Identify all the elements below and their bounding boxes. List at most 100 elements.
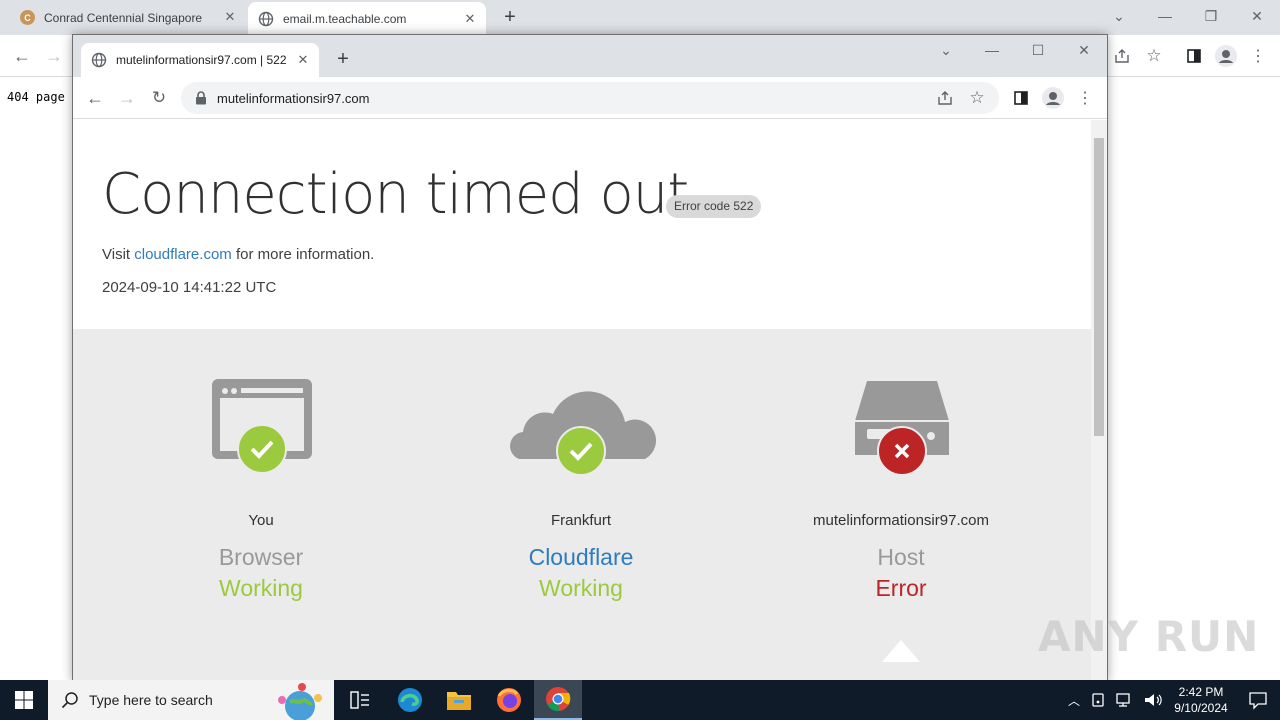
close-window-button[interactable]: ✕ xyxy=(1234,0,1280,32)
notification-icon[interactable] xyxy=(1236,690,1280,710)
minimize-button[interactable]: — xyxy=(969,35,1015,65)
forward-arrow-icon[interactable]: → xyxy=(113,84,141,112)
volume-icon[interactable] xyxy=(1143,692,1163,708)
file-explorer-button[interactable] xyxy=(435,680,483,720)
close-window-button[interactable]: ✕ xyxy=(1061,35,1107,65)
page-scrollbar[interactable] xyxy=(1091,120,1107,681)
server-icon xyxy=(855,381,949,476)
profile-avatar-icon[interactable] xyxy=(1039,84,1067,112)
back-arrow-icon[interactable]: ← xyxy=(81,84,109,112)
network-icon[interactable] xyxy=(1115,692,1137,708)
url-text: mutelinformationsir97.com xyxy=(217,90,370,106)
share-icon[interactable] xyxy=(931,84,959,112)
chevron-up-icon[interactable]: ︿ xyxy=(1062,692,1086,709)
windows-taskbar: Type here to search ︿ 2:42 PM 9/10/2024 xyxy=(0,680,1280,720)
front-toolbar: ← → ↻ mutelinformationsir97.com ☆ ⋮ xyxy=(73,77,1107,119)
close-icon[interactable]: ✕ xyxy=(295,52,311,68)
front-tab-strip: mutelinformationsir97.com | 522: Connect… xyxy=(73,35,1107,77)
tab-search-chevron-icon[interactable]: ⌄ xyxy=(923,35,969,65)
menu-kebab-icon[interactable]: ⋮ xyxy=(1071,84,1099,112)
forward-arrow-icon[interactable]: → xyxy=(40,42,68,70)
device-icon[interactable] xyxy=(1089,692,1109,708)
back-page-text: 404 page xyxy=(7,90,65,104)
start-button[interactable] xyxy=(0,680,48,720)
tab-title: mutelinformationsir97.com | 522: Connect… xyxy=(116,53,286,67)
node-location: mutelinformationsir97.com xyxy=(813,512,989,529)
tab-favicon: C xyxy=(20,10,35,25)
node-status: Working xyxy=(219,575,303,601)
tab-title: Conrad Centennial Singapore xyxy=(44,10,203,25)
connection-diagram: You Browser Working Frankfurt Cloudflare… xyxy=(73,329,1091,681)
node-cloudflare: Frankfurt Cloudflare Working xyxy=(451,329,711,681)
node-status: Working xyxy=(539,575,623,601)
back-page-content xyxy=(0,77,73,680)
cloudflare-link[interactable]: cloudflare.com xyxy=(134,246,232,263)
anyrun-watermark: ANY RUN xyxy=(1038,612,1260,661)
back-tab-strip: C Conrad Centennial Singapore ✕ email.m.… xyxy=(0,0,1280,35)
edge-icon xyxy=(398,688,422,712)
scrollbar-thumb[interactable] xyxy=(1094,138,1104,436)
tab-search-chevron-icon[interactable]: ⌄ xyxy=(1096,0,1142,32)
bookmark-star-icon[interactable]: ☆ xyxy=(1140,42,1168,70)
visit-prefix: Visit xyxy=(102,246,135,263)
search-highlight-globe-icon xyxy=(278,683,322,720)
node-name: Browser xyxy=(218,544,304,570)
error-timestamp: 2024-09-10 14:41:22 UTC xyxy=(102,279,277,296)
search-placeholder: Type here to search xyxy=(89,692,213,708)
node-host: mutelinformationsir97.com Host Error xyxy=(771,329,1031,681)
side-panel-icon[interactable] xyxy=(1007,84,1035,112)
search-icon xyxy=(61,692,78,709)
tab-title: email.m.teachable.com xyxy=(283,11,407,26)
error-code-badge: Error code 522 xyxy=(666,195,762,218)
firefox-app-button[interactable] xyxy=(485,680,533,720)
tab-email-teachable[interactable]: email.m.teachable.com ✕ xyxy=(248,2,486,35)
error-pointer-arrow xyxy=(882,640,920,662)
taskbar-search-box[interactable]: Type here to search xyxy=(48,680,334,720)
front-browser-window: mutelinformationsir97.com | 522: Connect… xyxy=(72,34,1108,682)
clock-time: 2:42 PM xyxy=(1178,685,1224,699)
address-bar[interactable]: mutelinformationsir97.com ☆ xyxy=(181,82,999,114)
visit-suffix: for more information. xyxy=(231,246,375,263)
system-tray: ︿ 2:42 PM 9/10/2024 xyxy=(1062,680,1280,720)
chrome-icon xyxy=(546,687,571,711)
side-panel-icon[interactable] xyxy=(1180,42,1208,70)
back-arrow-icon[interactable]: ← xyxy=(8,42,36,70)
edge-app-button[interactable] xyxy=(386,680,434,720)
node-location: You xyxy=(248,512,274,529)
page-title: Connection timed out xyxy=(102,162,689,227)
bookmark-star-icon[interactable]: ☆ xyxy=(963,84,991,112)
back-page-right-area xyxy=(1107,77,1280,680)
menu-kebab-icon[interactable]: ⋮ xyxy=(1244,42,1272,70)
new-tab-button[interactable]: + xyxy=(498,5,522,29)
reload-icon[interactable]: ↻ xyxy=(145,84,173,112)
node-status: Error xyxy=(875,575,927,601)
browser-icon xyxy=(212,379,312,474)
clock-date: 9/10/2024 xyxy=(1174,701,1228,715)
folder-icon xyxy=(447,692,471,710)
profile-avatar-icon[interactable] xyxy=(1212,42,1240,70)
globe-icon xyxy=(91,52,107,68)
close-icon[interactable]: ✕ xyxy=(222,9,238,25)
task-view-icon xyxy=(350,691,369,709)
share-icon[interactable] xyxy=(1108,42,1136,70)
tab-conrad-centennial[interactable]: C Conrad Centennial Singapore ✕ xyxy=(10,0,246,35)
node-browser: You Browser Working xyxy=(131,329,391,681)
node-name: Host xyxy=(877,544,925,570)
close-icon[interactable]: ✕ xyxy=(462,11,478,27)
lock-icon[interactable] xyxy=(195,91,207,105)
taskbar-clock[interactable]: 2:42 PM 9/10/2024 xyxy=(1166,684,1236,716)
visit-info-text: Visit cloudflare.com for more informatio… xyxy=(102,246,374,263)
node-location: Frankfurt xyxy=(550,512,611,529)
maximize-button[interactable]: ☐ xyxy=(1015,35,1061,65)
cloud-icon xyxy=(510,391,657,476)
minimize-button[interactable]: — xyxy=(1142,0,1188,32)
task-view-button[interactable] xyxy=(336,680,384,720)
error-page: Connection timed out Error code 522 Visi… xyxy=(73,120,1091,681)
tab-mutelinformationsir97[interactable]: mutelinformationsir97.com | 522: Connect… xyxy=(81,43,319,77)
restore-button[interactable]: ❐ xyxy=(1188,0,1234,32)
cloudflare-name-link[interactable]: Cloudflare xyxy=(451,544,711,571)
chrome-app-button[interactable] xyxy=(534,680,582,720)
windows-logo-icon xyxy=(15,691,33,709)
globe-icon xyxy=(258,11,274,26)
new-tab-button[interactable]: + xyxy=(331,47,355,71)
